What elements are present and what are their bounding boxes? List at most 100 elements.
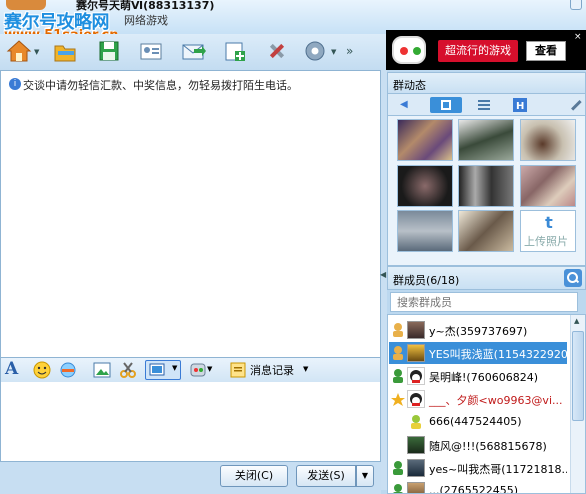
chevron-down-icon[interactable]: ▼: [34, 48, 39, 56]
message-history[interactable]: i 交谈中请勿轻信汇款、中奖信息，勿轻易拨打陌生电话。: [0, 70, 381, 358]
photo-thumbnail[interactable]: [520, 119, 576, 161]
disk-icon[interactable]: [96, 38, 122, 64]
members-scrollbar[interactable]: ▲: [570, 315, 585, 493]
avatar: [407, 390, 425, 408]
member-name: y~杰(359737697): [429, 325, 528, 338]
group-dynamics-header: 群动态: [387, 72, 586, 94]
chevron-down-icon[interactable]: ▼: [331, 48, 336, 56]
scroll-up-icon[interactable]: ▲: [574, 317, 579, 325]
owner-icon: [391, 391, 405, 407]
emoji-icon[interactable]: [33, 361, 51, 379]
photo-thumbnail[interactable]: [397, 119, 453, 161]
history-label[interactable]: 消息记录: [250, 362, 294, 380]
bottom-bar: 关闭(C) 发送(S) ▼: [0, 462, 381, 494]
avatar: [407, 344, 425, 362]
ad-close-button[interactable]: ×: [574, 32, 582, 42]
home-icon[interactable]: [6, 38, 32, 64]
member-name: ___、夕颜<wo9963@vi...: [429, 394, 563, 407]
wrench-icon[interactable]: [566, 97, 586, 113]
photo-thumbnail[interactable]: [397, 210, 453, 252]
window-subtitle: 网络游戏: [124, 14, 168, 27]
member-row[interactable]: 随风@!!!(568815678): [389, 434, 567, 456]
member-row[interactable]: YES叫我浅蓝(1154322920): [389, 342, 567, 364]
upload-photo-button[interactable]: t 上传照片: [520, 210, 576, 252]
more-icon[interactable]: »: [346, 44, 353, 58]
chevron-down-icon[interactable]: ▼: [207, 365, 212, 383]
photo-thumbnail[interactable]: [520, 165, 576, 207]
collapse-panel-icon[interactable]: ◀: [380, 270, 387, 279]
add-app-icon[interactable]: [222, 38, 248, 64]
member-name: 吴明峰!(760606824): [429, 371, 538, 384]
font-icon[interactable]: A: [5, 359, 18, 379]
photo-thumbnail[interactable]: [397, 165, 453, 207]
notice-text: 交谈中请勿轻信汇款、中奖信息，勿轻易拨打陌生电话。: [23, 79, 298, 92]
member-name: YES叫我浅蓝(1154322920): [429, 348, 567, 361]
prev-icon[interactable]: ◀: [400, 97, 420, 113]
photo-thumbnail[interactable]: [458, 210, 514, 252]
gear-icon[interactable]: [302, 38, 328, 64]
ad-view-button[interactable]: 查看: [526, 41, 566, 61]
screenshot-button[interactable]: ▼: [145, 360, 181, 380]
member-icon: [391, 368, 405, 384]
group-dynamics-tabs: ◀ H: [387, 94, 586, 116]
input-toolbar: A ▼ ▼ 消息记录 ▼: [0, 358, 381, 382]
chevron-down-icon[interactable]: ▼: [303, 365, 308, 383]
folder-icon[interactable]: [52, 38, 78, 64]
members-title: 群成员(6/18): [393, 274, 460, 287]
member-search-input[interactable]: [390, 292, 578, 312]
admin-icon: [391, 322, 405, 338]
members-header: 群成员(6/18): [387, 266, 586, 290]
member-icon: [409, 414, 423, 430]
image-icon[interactable]: [93, 361, 111, 379]
group-dynamics-title: 群动态: [393, 79, 426, 92]
card-icon[interactable]: [138, 38, 164, 64]
send-options-button[interactable]: ▼: [356, 465, 374, 487]
upload-label: 上传照片: [524, 235, 568, 248]
mail-icon[interactable]: [180, 38, 206, 64]
gamepad-icon: [392, 36, 426, 64]
close-button[interactable]: 关闭(C): [220, 465, 288, 487]
message-input[interactable]: [0, 382, 381, 462]
member-name: yes~叫我杰哥(11721818...: [429, 463, 567, 476]
photo-thumbnail[interactable]: [458, 119, 514, 161]
tab-album[interactable]: [430, 97, 462, 113]
avatar: [407, 367, 425, 385]
chevron-down-icon[interactable]: ▼: [172, 364, 177, 372]
avatar: [407, 436, 425, 454]
member-name: 666(447524405): [429, 415, 522, 428]
member-row[interactable]: ...(2765522455): [389, 480, 567, 494]
palette-icon[interactable]: [189, 361, 207, 379]
member-icon: [391, 460, 405, 476]
window-control[interactable]: [570, 0, 582, 10]
scrollbar-thumb[interactable]: [572, 331, 584, 421]
photo-thumbnail[interactable]: [458, 165, 514, 207]
group-photo-grid: t 上传照片: [387, 116, 586, 266]
members-list: y~杰(359737697) YES叫我浅蓝(1154322920) 吴明峰!(…: [387, 314, 586, 494]
member-row[interactable]: 666(447524405): [389, 411, 567, 433]
history-icon[interactable]: [229, 361, 247, 379]
tab-h[interactable]: H: [510, 97, 530, 113]
magic-emoji-icon[interactable]: [59, 361, 77, 379]
member-row[interactable]: y~杰(359737697): [389, 319, 567, 341]
svg-text:H: H: [516, 101, 524, 112]
avatar: [407, 321, 425, 339]
main-toolbar: ▼ ▼ »: [0, 34, 386, 70]
member-name: 随风@!!!(568815678): [429, 440, 547, 453]
tab-list[interactable]: [474, 97, 494, 113]
scissors-icon[interactable]: [119, 361, 137, 379]
upload-icon: t: [545, 213, 553, 232]
avatar: [407, 482, 425, 493]
ad-banner[interactable]: 超流行的游戏 查看 ×: [386, 30, 586, 70]
tools-icon[interactable]: [264, 38, 290, 64]
member-row[interactable]: ___、夕颜<wo9963@vi...: [389, 388, 567, 410]
search-icon[interactable]: [564, 269, 582, 287]
member-row[interactable]: yes~叫我杰哥(11721818...: [389, 457, 567, 479]
avatar: [407, 459, 425, 477]
ad-label[interactable]: 超流行的游戏: [438, 40, 518, 62]
member-name: ...(2765522455): [429, 484, 519, 494]
shield-icon: i: [9, 78, 21, 90]
member-icon: [391, 483, 405, 493]
send-button[interactable]: 发送(S): [296, 465, 356, 487]
album-icon: [441, 100, 451, 110]
member-row[interactable]: 吴明峰!(760606824): [389, 365, 567, 387]
